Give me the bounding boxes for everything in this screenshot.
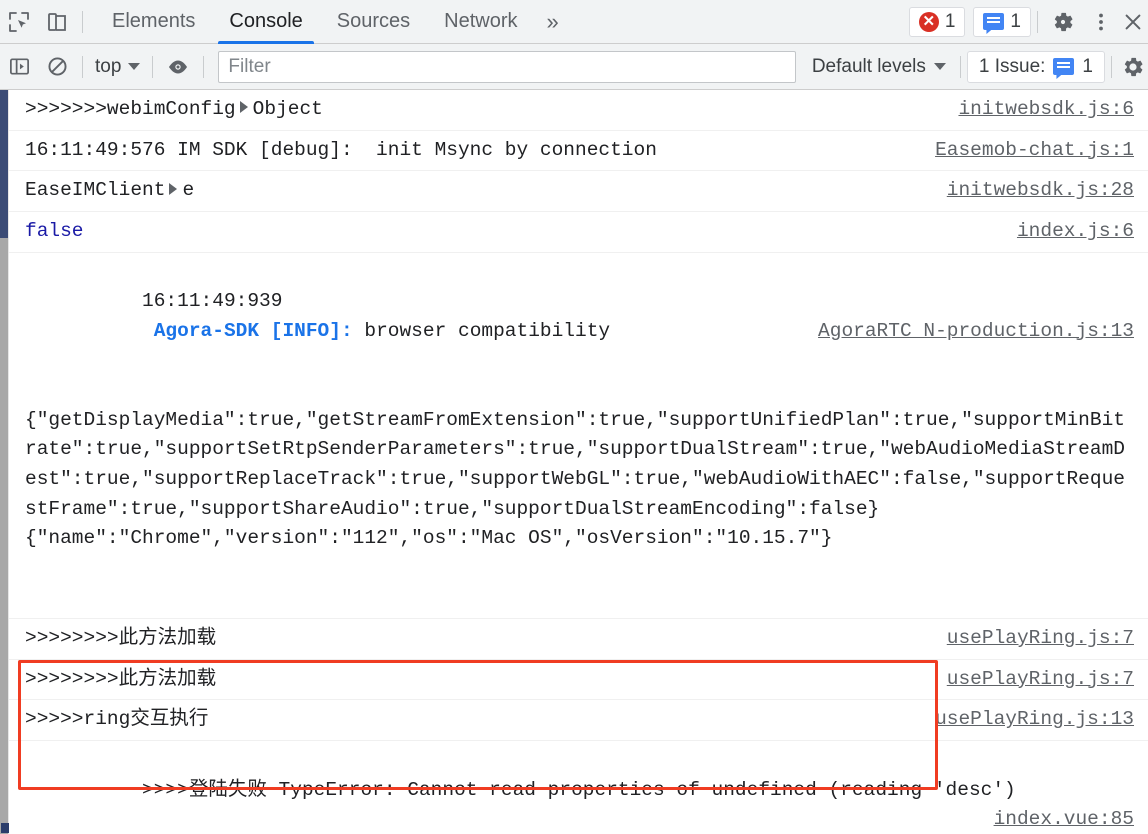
console-row-source-link[interactable]: index.js:6 xyxy=(1017,217,1148,247)
row-text-0: >>>>>>>webimConfig xyxy=(25,98,236,120)
filterbar-divider-3 xyxy=(203,55,205,78)
log-levels-selector[interactable]: Default levels xyxy=(804,56,954,78)
console-row-text: 16:11:49:939 Agora-SDK [INFO]: browser c… xyxy=(25,258,1148,614)
console-row-source-link[interactable]: index.vue:85 xyxy=(994,805,1148,834)
log-levels-label: Default levels xyxy=(811,55,926,77)
console-row-text: >>>>>ring交互执行 xyxy=(25,708,209,731)
console-row-source-link[interactable]: usePlayRing.js:7 xyxy=(947,624,1148,654)
more-tabs-button[interactable]: » xyxy=(535,0,571,44)
console-settings-gear-icon[interactable] xyxy=(1118,48,1148,86)
row-object-2[interactable]: e xyxy=(182,179,194,201)
console-row-text: >>>>>>>>此方法加载 xyxy=(25,667,217,690)
console-row-source-link[interactable]: usePlayRing.js:13 xyxy=(935,705,1148,735)
disclosure-triangle-icon[interactable] xyxy=(169,182,178,195)
agora-tag: Agora-SDK [INFO]: xyxy=(153,319,353,342)
tab-elements[interactable]: Elements xyxy=(95,0,212,44)
issues-count: 1 xyxy=(1082,55,1093,77)
filterbar-divider-1 xyxy=(82,55,83,78)
toolbar-divider-2 xyxy=(1037,10,1038,33)
console-row-source-link[interactable]: initwebsdk.js:28 xyxy=(947,176,1148,206)
filter-input[interactable] xyxy=(218,50,796,83)
console-sidebar-icon[interactable] xyxy=(0,48,38,86)
close-icon[interactable] xyxy=(1120,3,1146,41)
issues-button[interactable]: 1 Issue: 1 xyxy=(966,50,1105,83)
console-row-agora-sdk[interactable]: 16:11:49:939 Agora-SDK [INFO]: browser c… xyxy=(9,253,1148,619)
error-circle-icon: ✕ xyxy=(918,11,939,32)
scroll-rail xyxy=(0,238,8,834)
inspect-element-icon[interactable] xyxy=(0,3,38,41)
console-rows: >>>>>>>webimConfig Object initwebsdk.js:6… xyxy=(9,90,1148,834)
device-toolbar-icon[interactable] xyxy=(38,3,76,41)
console-row-useplayring-1[interactable]: >>>>>>>>此方法加载 usePlayRing.js:7 xyxy=(9,619,1148,660)
tab-network[interactable]: Network xyxy=(427,0,534,44)
console-row-text: >>>>>>>webimConfig Object xyxy=(25,95,958,125)
disclosure-triangle-icon[interactable] xyxy=(239,101,248,114)
gear-icon[interactable] xyxy=(1044,3,1082,41)
panel-tabs: Elements Console Sources Network » xyxy=(95,0,571,44)
console-row-text: >>>>>>>>此方法加载 xyxy=(25,627,217,649)
console-row-easeimclient[interactable]: EaseIMClient e initwebsdk.js:28 xyxy=(9,171,1148,212)
filterbar-divider-5 xyxy=(1111,55,1112,78)
console-row-source-link[interactable]: Easemob-chat.js:1 xyxy=(935,136,1148,166)
tab-sources[interactable]: Sources xyxy=(320,0,427,44)
kebab-menu-icon[interactable] xyxy=(1082,3,1120,41)
agora-text: browser compatibility xyxy=(352,319,611,342)
message-count-label: 1 xyxy=(1010,10,1021,32)
toolbar-divider xyxy=(82,10,83,33)
live-expression-eye-icon[interactable] xyxy=(159,48,197,86)
console-row-imsdk-debug[interactable]: 16:11:49:576 IM SDK [debug]: init Msync … xyxy=(9,131,1148,172)
filterbar-divider-4 xyxy=(959,55,961,78)
chevron-down-icon xyxy=(128,63,141,70)
login-fail-text: >>>>登陆失败 TypeError: Cannot read properti… xyxy=(142,778,1016,801)
console-row-text: false xyxy=(25,219,84,242)
toolbar-right-group: ✕ 1 1 xyxy=(901,3,1148,41)
issues-label: 1 Issue: xyxy=(978,55,1046,77)
clear-console-icon[interactable] xyxy=(38,48,76,86)
console-row-false[interactable]: false index.js:6 xyxy=(9,212,1148,253)
devtools-tab-bar: Elements Console Sources Network » ✕ 1 1 xyxy=(0,0,1148,44)
rail-divider xyxy=(8,90,9,834)
console-row-text: EaseIMClient e xyxy=(25,176,947,206)
console-row-text: 16:11:49:576 IM SDK [debug]: init Msync … xyxy=(25,138,657,161)
console-row-webimconfig[interactable]: >>>>>>>webimConfig Object initwebsdk.js:6 xyxy=(9,90,1148,131)
error-count-badge[interactable]: ✕ 1 xyxy=(908,6,966,37)
error-count-label: 1 xyxy=(944,10,956,32)
console-filter-bar: top Default levels 1 Issue: 1 xyxy=(0,44,1148,90)
execution-context-label: top xyxy=(95,55,122,77)
agora-body: {"getDisplayMedia":true,"getStreamFromEx… xyxy=(25,408,1125,550)
console-row-text: >>>>登陆失败 TypeError: Cannot read properti… xyxy=(25,746,1148,834)
console-row-useplayring-2[interactable]: >>>>>>>>此方法加载 usePlayRing.js:7 xyxy=(9,660,1148,701)
console-row-source-link[interactable]: AgoraRTC N-production.js:13 xyxy=(818,317,1148,347)
execution-context-selector[interactable]: top xyxy=(89,52,146,82)
console-row-login-fail[interactable]: >>>>登陆失败 TypeError: Cannot read properti… xyxy=(9,741,1148,834)
filterbar-divider-2 xyxy=(152,55,154,78)
devtools-console-window: Elements Console Sources Network » ✕ 1 1 xyxy=(0,0,1148,834)
row-object-0[interactable]: Object xyxy=(253,98,323,120)
console-message-list[interactable]: >>>>>>>webimConfig Object initwebsdk.js:6… xyxy=(0,90,1148,834)
message-bubble-icon xyxy=(983,13,1005,30)
issues-bubble-icon xyxy=(1053,58,1075,75)
console-row-source-link[interactable]: usePlayRing.js:7 xyxy=(947,665,1148,695)
tab-console[interactable]: Console xyxy=(212,0,319,44)
chevron-down-icon-levels xyxy=(933,63,946,70)
error-rail-marker xyxy=(1,823,9,833)
row-text-2: EaseIMClient xyxy=(25,179,166,202)
scroll-rail-highlight xyxy=(0,90,8,238)
console-row-ring-exec[interactable]: >>>>>ring交互执行 usePlayRing.js:13 xyxy=(9,700,1148,741)
console-row-source-link[interactable]: initwebsdk.js:6 xyxy=(958,95,1148,125)
message-count-badge[interactable]: 1 xyxy=(973,6,1031,37)
agora-timestamp: 16:11:49:939 xyxy=(142,290,283,313)
